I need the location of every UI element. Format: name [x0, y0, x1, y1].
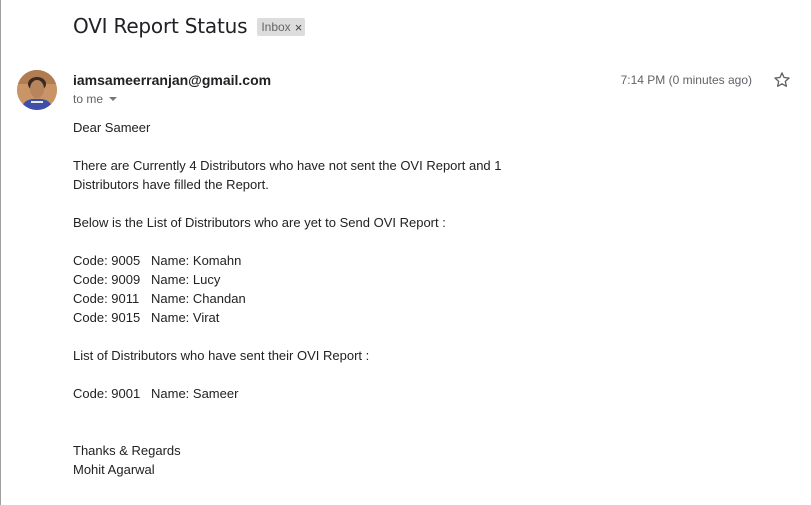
window-left-border — [0, 0, 1, 505]
close-icon[interactable]: × — [295, 20, 303, 35]
list-item: Code: 9015 Name: Virat — [73, 310, 220, 325]
intro-line-2: Distributors have filled the Report. — [73, 177, 269, 192]
email-timestamp: 7:14 PM (0 minutes ago) — [620, 73, 752, 87]
inbox-label-text: Inbox — [261, 20, 291, 34]
closing: Thanks & Regards — [73, 443, 181, 458]
recipient-label: to me — [73, 92, 104, 106]
intro-line-1: There are Currently 4 Distributors who h… — [73, 158, 502, 173]
email-subject: OVI Report Status — [73, 14, 248, 38]
avatar[interactable] — [17, 70, 57, 110]
list-item: Code: 9009 Name: Lucy — [73, 272, 221, 287]
sender-email[interactable]: iamsameerranjan@gmail.com — [73, 72, 271, 88]
recipient-details[interactable]: to me — [73, 92, 118, 106]
list-item: Code: 9005 Name: Komahn — [73, 253, 242, 268]
signature: Mohit Agarwal — [73, 462, 155, 477]
avatar-photo — [17, 70, 57, 110]
greeting: Dear Sameer — [73, 120, 151, 135]
star-icon[interactable] — [772, 70, 792, 90]
chevron-down-icon[interactable] — [109, 97, 118, 101]
inbox-label-chip[interactable]: Inbox × — [257, 18, 306, 36]
email-body: Dear Sameer There are Currently 4 Distri… — [73, 118, 593, 479]
subject-row: OVI Report Status Inbox × — [73, 14, 306, 38]
sent-heading: List of Distributors who have sent their… — [73, 348, 370, 363]
pending-heading: Below is the List of Distributors who ar… — [73, 215, 446, 230]
list-item: Code: 9011 Name: Chandan — [73, 291, 246, 306]
list-item: Code: 9001 Name: Sameer — [73, 386, 239, 401]
